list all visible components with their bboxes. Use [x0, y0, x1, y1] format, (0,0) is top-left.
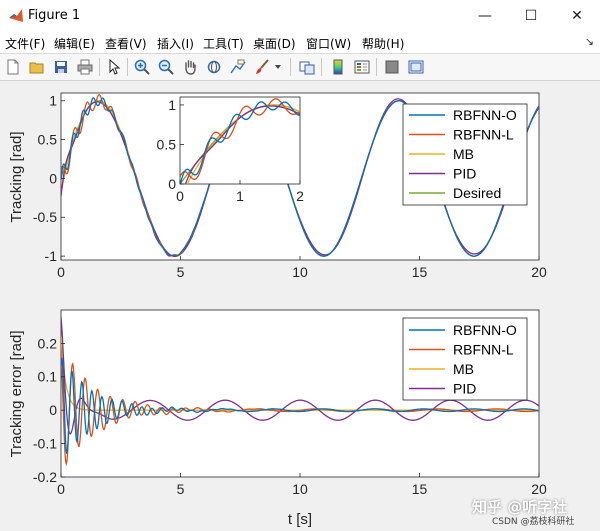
- brush-icon[interactable]: [252, 57, 272, 77]
- save-icon[interactable]: [51, 57, 71, 77]
- legend-entry: RBFNN-L: [453, 342, 514, 358]
- dock-figure-icon[interactable]: ↘: [585, 35, 594, 48]
- y-tick-label: -0.5: [33, 209, 57, 225]
- legend-entry: MB: [453, 146, 474, 162]
- menu-help[interactable]: 帮助(H): [362, 35, 404, 52]
- x-tick-label: 0: [57, 481, 65, 497]
- tracking-legend[interactable]: RBFNN-O RBFNN-L MB PID Desired: [402, 103, 528, 206]
- legend-entry: RBFNN-O: [453, 107, 517, 123]
- legend-entry: MB: [453, 361, 474, 377]
- menu-window[interactable]: 窗口(W): [306, 35, 351, 52]
- x-tick-label: 10: [292, 481, 308, 497]
- tracking-y-axis-label: Tracking [rad]: [8, 131, 25, 222]
- legend-entry: RBFNN-L: [453, 127, 514, 143]
- x-tick-label: 1: [236, 188, 244, 204]
- y-tick-label: 0: [49, 170, 57, 186]
- y-tick-label: 0.1: [38, 369, 58, 385]
- open-file-icon[interactable]: [27, 57, 47, 77]
- y-tick-label: -1: [45, 248, 58, 264]
- toolbar-separator: [127, 58, 128, 76]
- legend-entry: PID: [453, 381, 476, 397]
- error-y-axis-label: Tracking error [rad]: [8, 331, 25, 458]
- legend-entry: Desired: [453, 185, 501, 201]
- y-tick-label: -0.1: [33, 436, 57, 452]
- minimize-button[interactable]: —: [462, 0, 508, 32]
- x-tick-label: 5: [177, 481, 185, 497]
- menu-bar: 文件(F) 编辑(E) 查看(V) 插入(I) 工具(T) 桌面(D) 窗口(W…: [0, 32, 600, 54]
- y-tick-label: 1: [49, 93, 57, 109]
- maximize-button[interactable]: ☐: [508, 0, 554, 32]
- y-tick-label: 0: [168, 176, 176, 192]
- brush-dropdown-icon[interactable]: [272, 57, 284, 77]
- matlab-logo-icon: [9, 9, 23, 22]
- pointer-icon[interactable]: [104, 57, 124, 77]
- y-tick-label: -0.2: [33, 469, 57, 485]
- new-figure-icon[interactable]: [3, 57, 23, 77]
- window-title: Figure 1: [28, 8, 81, 23]
- y-tick-label: 0.2: [38, 335, 58, 351]
- show-plot-tools-icon[interactable]: [406, 57, 426, 77]
- x-tick-label: 0: [176, 188, 184, 204]
- zoom-in-icon[interactable]: [132, 57, 152, 77]
- toolbar-separator: [99, 58, 100, 76]
- legend-entry: RBFNN-O: [453, 322, 517, 338]
- window-titlebar: Figure 1 — ☐ ✕: [0, 0, 600, 32]
- data-cursor-icon[interactable]: [228, 57, 248, 77]
- print-icon[interactable]: [75, 57, 95, 77]
- close-button[interactable]: ✕: [554, 0, 600, 32]
- time-x-axis-label: t [s]: [288, 511, 312, 528]
- menu-view[interactable]: 查看(V): [105, 35, 147, 52]
- rotate-3d-icon[interactable]: [204, 57, 224, 77]
- x-tick-label: 20: [531, 264, 547, 280]
- figure-toolbar: [0, 54, 600, 81]
- x-tick-label: 15: [412, 481, 428, 497]
- legend-icon[interactable]: [352, 57, 372, 77]
- y-tick-label: 0.5: [157, 136, 177, 152]
- toolbar-separator: [321, 58, 322, 76]
- menu-tools[interactable]: 工具(T): [203, 35, 244, 52]
- menu-edit[interactable]: 编辑(E): [54, 35, 95, 52]
- pan-hand-icon[interactable]: [180, 57, 200, 77]
- figure-canvas: 0 5 10 15 20 -1 -0.5 0 0.5 1 Tracking [rad] 01200…: [0, 81, 600, 531]
- menu-file[interactable]: 文件(F): [5, 35, 45, 52]
- toolbar-separator: [290, 58, 291, 76]
- x-tick-label: 15: [412, 264, 428, 280]
- y-tick-label: 1: [168, 97, 176, 113]
- hide-plot-tools-icon[interactable]: [382, 57, 402, 77]
- toolbar-separator: [376, 58, 377, 76]
- menu-insert[interactable]: 插入(I): [157, 35, 194, 52]
- zoom-out-icon[interactable]: [156, 57, 176, 77]
- link-plot-icon[interactable]: [297, 57, 317, 77]
- colorbar-icon[interactable]: [328, 57, 348, 77]
- csdn-watermark: CSDN @荔枝科研社: [492, 517, 575, 527]
- figure-plots: 0 5 10 15 20-1-0.500.51 Tracking [rad] 0 1 200…: [8, 92, 547, 528]
- legend-entry: PID: [453, 166, 476, 182]
- x-tick-label: 2: [296, 188, 304, 204]
- menu-desktop[interactable]: 桌面(D): [253, 35, 296, 52]
- y-tick-label: 0.5: [38, 132, 58, 148]
- x-tick-label: 20: [531, 481, 547, 497]
- x-tick-label: 5: [177, 264, 185, 280]
- x-tick-label: 0: [57, 264, 65, 280]
- y-tick-label: 0: [49, 402, 57, 418]
- error-legend[interactable]: RBFNN-O RBFNN-L MB PID: [402, 317, 528, 401]
- x-tick-label: 10: [292, 264, 308, 280]
